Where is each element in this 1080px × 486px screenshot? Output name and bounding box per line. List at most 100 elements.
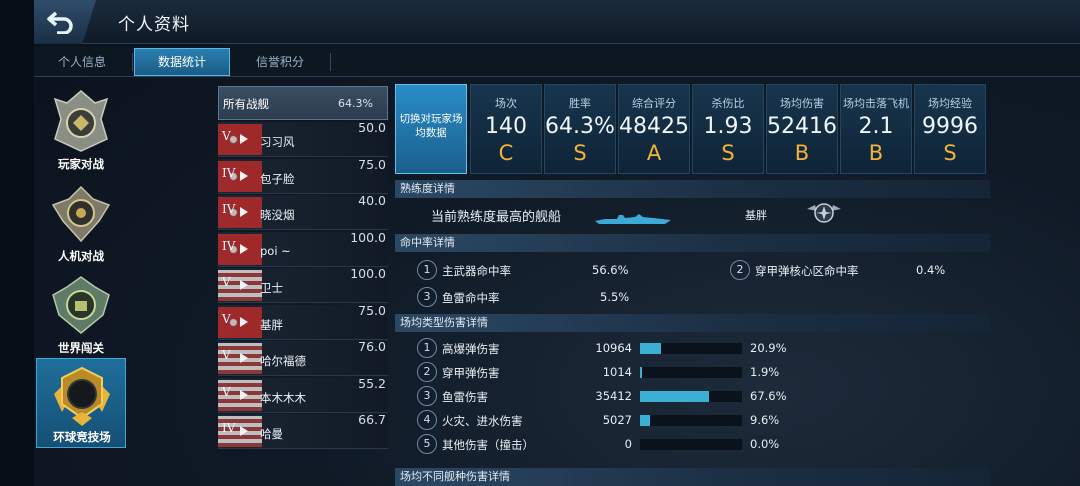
play-icon: [240, 134, 248, 144]
ship-tier: IV: [222, 238, 236, 253]
damage-index: 1: [417, 338, 437, 358]
section-damage-types: 场均类型伤害详情: [395, 314, 990, 332]
page-title: 个人资料: [118, 15, 190, 35]
stats-summary: 切换对玩家场均数据 场次 140 C 胜率 64.3% S 综合评分 48425 A 杀伤比 1.9…: [395, 84, 990, 174]
damage-index: 5: [417, 434, 437, 454]
arena-emblem-icon: [54, 366, 110, 426]
damage-value: 10964: [595, 341, 632, 355]
damage-bar: [640, 343, 742, 354]
accuracy-label: 穿甲弹核心区命中率: [755, 264, 859, 278]
tab-divider: [330, 53, 331, 71]
ship-row[interactable]: V 基胖 75.0: [218, 302, 388, 340]
ship-tier: V: [222, 275, 231, 289]
ship-winrate: 40.0: [358, 193, 386, 208]
accuracy-index: 1: [417, 260, 437, 280]
damage-index: 3: [417, 386, 437, 406]
tab-bar: 个人信息 数据统计 信誉积分: [34, 47, 1080, 77]
damage-bar: [640, 439, 742, 450]
ship-row[interactable]: IV 包子脸 75.0: [218, 157, 388, 194]
stat-value: 9996: [922, 114, 978, 139]
section-accuracy: 命中率详情: [395, 234, 990, 252]
stat-label: 杀伤比: [711, 97, 745, 110]
ship-row[interactable]: IV 晓没烟 40.0: [218, 193, 388, 230]
tab-profile-info[interactable]: 个人信息: [34, 47, 130, 77]
top-bar: 个人资料: [34, 0, 1080, 44]
damage-label: 穿甲弹伤害: [442, 366, 500, 380]
tab-statistics[interactable]: 数据统计: [134, 48, 230, 76]
stat-column: 胜率 64.3% S: [544, 84, 616, 174]
stat-column: 场均经验 9996 S: [914, 84, 986, 174]
stat-value: 2.1: [858, 114, 894, 139]
stat-grade: S: [943, 141, 957, 165]
stat-grade: C: [498, 141, 514, 165]
damage-bar: [640, 415, 742, 426]
ship-name: 哈尔福德: [260, 354, 306, 368]
stat-value: 140: [485, 114, 527, 139]
ship-name: 卫士: [260, 281, 283, 295]
ship-row[interactable]: IV 哈曼 66.7: [218, 412, 388, 449]
mode-arena[interactable]: 环球竞技场: [36, 358, 126, 448]
ship-tier: V: [222, 348, 231, 362]
ship-winrate: 50.0: [358, 120, 386, 135]
app-window: 个人资料 个人信息 数据统计 信誉积分 玩家对战 人机对战 世界闯关 环球竞技场…: [34, 0, 1080, 486]
ship-winrate: 100.0: [350, 229, 386, 245]
damage-label: 高爆弹伤害: [442, 342, 500, 356]
accuracy-value: 56.6%: [592, 263, 629, 277]
accuracy-index: 3: [417, 287, 437, 307]
stat-grade: B: [868, 141, 884, 165]
damage-label: 火灾、进水伤害: [442, 414, 523, 428]
ship-winrate: 66.7: [358, 412, 386, 427]
play-icon: [240, 170, 248, 181]
accuracy-label: 鱼雷命中率: [442, 291, 500, 305]
ship-tier: V: [222, 129, 231, 143]
ship-name: poi ~: [260, 243, 291, 258]
mode-world[interactable]: 世界闯关: [36, 268, 126, 358]
damage-label: 鱼雷伤害: [442, 390, 488, 404]
mode-pvp[interactable]: 玩家对战: [36, 84, 126, 174]
top-proficiency-label: 当前熟练度最高的舰船: [431, 210, 562, 225]
proficiency-badge-icon: [807, 203, 841, 223]
stat-grade: S: [721, 141, 735, 165]
damage-percent: 1.9%: [750, 365, 780, 379]
ship-row[interactable]: V 本木木木 55.2: [218, 376, 388, 413]
damage-index: 4: [417, 410, 437, 430]
damage-percent: 0.0%: [750, 437, 780, 451]
ship-tier: V: [222, 384, 231, 399]
back-arrow-icon: [47, 11, 73, 34]
accuracy-value: 0.4%: [916, 263, 946, 277]
ship-name: 哈曼: [260, 427, 283, 441]
damage-label: 其他伤害（撞击）: [442, 438, 534, 452]
stat-value: 48425: [619, 114, 689, 139]
ship-row[interactable]: V 习习风 50.0: [218, 120, 388, 157]
ship-winrate: 100.0: [350, 266, 386, 281]
ship-row[interactable]: V 哈尔福德 76.0: [218, 339, 388, 376]
stat-column: 场均击落飞机 2.1 B: [840, 84, 912, 174]
play-icon: [240, 243, 248, 254]
switch-average-button[interactable]: 切换对玩家场均数据: [395, 84, 467, 174]
ship-row[interactable]: IV poi ~ 100.0: [218, 229, 388, 267]
ship-winrate: 75.0: [358, 302, 386, 318]
stat-value: 64.3%: [545, 114, 615, 139]
tab-credit-score[interactable]: 信誉积分: [232, 47, 328, 77]
play-icon: [240, 426, 248, 436]
world-emblem-icon: [52, 276, 110, 334]
ship-silhouette-icon: [595, 214, 671, 224]
mode-label: 人机对战: [58, 249, 104, 263]
ship-row[interactable]: V 卫士 100.0: [218, 266, 388, 303]
mode-pve[interactable]: 人机对战: [36, 176, 126, 266]
play-icon: [240, 316, 248, 327]
damage-value: 1014: [602, 365, 632, 379]
damage-percent: 20.9%: [750, 341, 787, 355]
back-button[interactable]: [34, 0, 96, 44]
mode-label: 环球竞技场: [53, 430, 111, 444]
all-ships-row[interactable]: 所有战舰 64.3%: [218, 86, 388, 120]
accuracy-label: 主武器命中率: [442, 264, 511, 278]
ship-tier: IV: [222, 421, 236, 435]
ship-name: 晓没烟: [260, 208, 295, 222]
ship-winrate: 76.0: [358, 339, 386, 354]
stat-grade: A: [646, 141, 662, 165]
ship-name: 包子脸: [260, 171, 295, 186]
damage-bar: [640, 391, 742, 402]
stat-value: 52416: [767, 114, 837, 139]
pve-emblem-icon: [51, 185, 111, 243]
